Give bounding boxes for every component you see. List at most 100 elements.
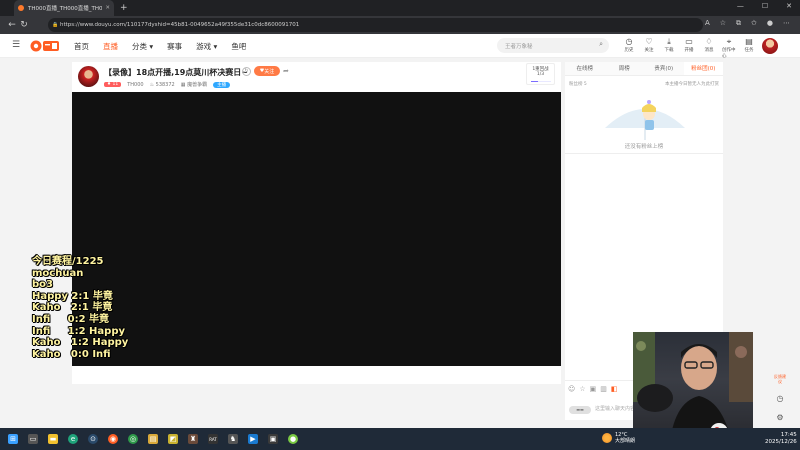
read-aloud-icon[interactable]: A: [705, 19, 710, 28]
app-icon[interactable]: ◩: [168, 434, 178, 444]
folder-icon[interactable]: ▤: [148, 434, 158, 444]
rar-icon[interactable]: RAT: [208, 434, 218, 444]
overlay-line: bo3: [32, 279, 53, 291]
nav-home[interactable]: 首页: [74, 41, 89, 52]
tab-vip[interactable]: 贵宾(0): [644, 62, 684, 75]
close-window-icon[interactable]: ✕: [786, 2, 792, 10]
emoji-icon[interactable]: ☺: [568, 385, 575, 393]
nav-events[interactable]: 赛事: [167, 41, 182, 52]
rank-empty-area: 还没有粉丝上榜: [565, 90, 723, 154]
room-title: 【录像】18点开播,19点莫川杯决赛日~: [104, 68, 249, 77]
launcher-icon[interactable]: ♞: [228, 434, 238, 444]
url-field[interactable]: 🔒 https://www.douyu.com/110177dyshid=45b…: [48, 18, 703, 32]
follow-button[interactable]: ♥ 关注: [254, 66, 280, 76]
messages-button[interactable]: ♢ 消息: [702, 37, 716, 59]
douyu-app-icon[interactable]: ◉: [108, 434, 118, 444]
category-link[interactable]: ▦ 魔兽争霸: [181, 81, 207, 88]
streamer-avatar[interactable]: [78, 66, 99, 87]
heart-icon: ♡: [645, 37, 653, 46]
game-icon[interactable]: ♜: [188, 434, 198, 444]
reload-icon[interactable]: ↻: [18, 20, 30, 30]
user-avatar[interactable]: [762, 38, 778, 54]
favorite-star-icon[interactable]: ☆: [720, 19, 726, 28]
streamer-name[interactable]: TH000: [127, 82, 143, 88]
minimize-icon[interactable]: —: [737, 2, 744, 10]
chrome-icon[interactable]: ◎: [128, 434, 138, 444]
menu-icon[interactable]: ☰: [12, 40, 20, 50]
back-icon[interactable]: ←: [6, 20, 18, 30]
weather-widget[interactable]: 12°C 大部晴朗: [602, 432, 635, 444]
color-icon[interactable]: ◧: [611, 385, 618, 393]
pager-progress: [531, 80, 551, 82]
nav-category[interactable]: 分类 ▾: [132, 41, 153, 52]
history-side-icon[interactable]: ◷: [777, 394, 784, 403]
close-tab-icon[interactable]: ✕: [105, 5, 110, 11]
star-icon[interactable]: ☆: [579, 385, 585, 393]
umbrella-girl-illustration: [605, 100, 685, 140]
search-icon[interactable]: ⌕: [599, 40, 603, 49]
file-explorer-icon[interactable]: ▬: [48, 434, 58, 444]
new-tab-icon[interactable]: +: [120, 3, 128, 13]
tab-fan-club[interactable]: 粉丝团(0): [683, 62, 723, 75]
nav-fishbar[interactable]: 鱼吧: [231, 41, 246, 52]
browser-tab[interactable]: TH000直播_TH000直播_TH000播放 ✕: [14, 0, 114, 16]
room-title-actions: ↻ ♥ 关注 ➦: [242, 66, 289, 76]
image-icon[interactable]: ▣: [590, 385, 597, 393]
settings-gear-icon[interactable]: ⚙: [776, 413, 783, 422]
download-icon: ⤓: [667, 37, 671, 46]
tool-icon[interactable]: ▣: [268, 434, 278, 444]
weather-sun-icon: [602, 433, 612, 443]
url-text: https://www.douyu.com/110177dyshid=45b81…: [60, 22, 300, 28]
douyu-logo[interactable]: [30, 39, 60, 53]
chat-mode-button[interactable]: ▬▬: [569, 406, 591, 414]
search-input[interactable]: 王者万象秘 ⌕: [497, 38, 609, 53]
overlay-line: Kaho 2:1 毕竟: [32, 302, 113, 314]
history-button[interactable]: ◷ 历史: [622, 37, 636, 59]
follow-list-button[interactable]: ♡ 关注: [642, 37, 656, 59]
search-placeholder: 王者万象秘: [505, 43, 533, 50]
system-clock[interactable]: 17:45 2025/12/26: [765, 432, 797, 446]
download-button[interactable]: ⤓ 下载: [662, 37, 676, 59]
battlenet-icon[interactable]: ▶: [248, 434, 258, 444]
video-player[interactable]: [72, 92, 561, 366]
feedback-button[interactable]: 反馈建议: [773, 374, 787, 384]
pager-value: 1/3: [536, 72, 545, 77]
bell-icon: ♢: [705, 37, 713, 46]
windows-taskbar: ⊞ ▭ ▬ e ⊙ ◉ ◎ ▤ ◩ ♜ RAT ♞ ▶ ▣ ●: [0, 428, 800, 450]
start-stream-button[interactable]: ▭ 开播: [682, 37, 696, 59]
refresh-icon[interactable]: ↻: [242, 66, 251, 76]
taskview-icon[interactable]: ▭: [28, 434, 38, 444]
address-toolbar: ← ↻ 🔒 https://www.douyu.com/110177dyshid…: [0, 16, 800, 34]
player-bottom-bar: [72, 366, 561, 384]
share-icon[interactable]: ➦: [283, 67, 289, 75]
tab-online-rank[interactable]: 在线榜: [565, 62, 605, 75]
browser-tab-strip: TH000直播_TH000直播_TH000播放 ✕ + — ☐ ✕: [0, 0, 800, 16]
nav-live[interactable]: 直播: [103, 41, 118, 52]
empty-rank-text: 还没有粉丝上榜: [624, 144, 664, 150]
clock-date: 2025/12/26: [765, 439, 797, 445]
replay-pager[interactable]: 1重回战 1/3: [526, 63, 555, 85]
edge-icon[interactable]: e: [68, 434, 78, 444]
tasks-button[interactable]: ▤ 任务: [742, 37, 756, 59]
gift-icon[interactable]: ▥: [600, 385, 607, 393]
camera-icon: ▭: [685, 37, 693, 46]
qq-icon[interactable]: ●: [288, 434, 298, 444]
overlay-line: Kaho 1:2 Happy: [32, 337, 129, 349]
chat-input[interactable]: 这里输入聊天内容: [595, 405, 635, 412]
extensions-icon[interactable]: ⧉: [736, 19, 741, 28]
creator-center-button[interactable]: ⌖ 创作中心: [722, 37, 736, 59]
profile-icon[interactable]: ●: [767, 19, 773, 28]
nav-games[interactable]: 游戏 ▾: [196, 41, 217, 52]
favorites-icon[interactable]: ✩: [751, 19, 757, 28]
clock-icon: ◷: [625, 37, 633, 46]
overlay-line: Kaho 0:0 Infi: [32, 348, 111, 360]
start-icon[interactable]: ⊞: [8, 434, 18, 444]
tab-weekly-rank[interactable]: 周榜: [605, 62, 645, 75]
steam-icon[interactable]: ⊙: [88, 434, 98, 444]
fan-rank-note: 本主播今日暂无人为此打赏: [665, 82, 719, 87]
task-icon: ▤: [745, 37, 753, 46]
more-icon[interactable]: ⋯: [783, 19, 790, 28]
streamer-tag: 主播: [213, 81, 231, 88]
maximize-icon[interactable]: ☐: [762, 2, 768, 10]
rank-tabs: 在线榜 周榜 贵宾(0) 粉丝团(0): [565, 62, 723, 76]
